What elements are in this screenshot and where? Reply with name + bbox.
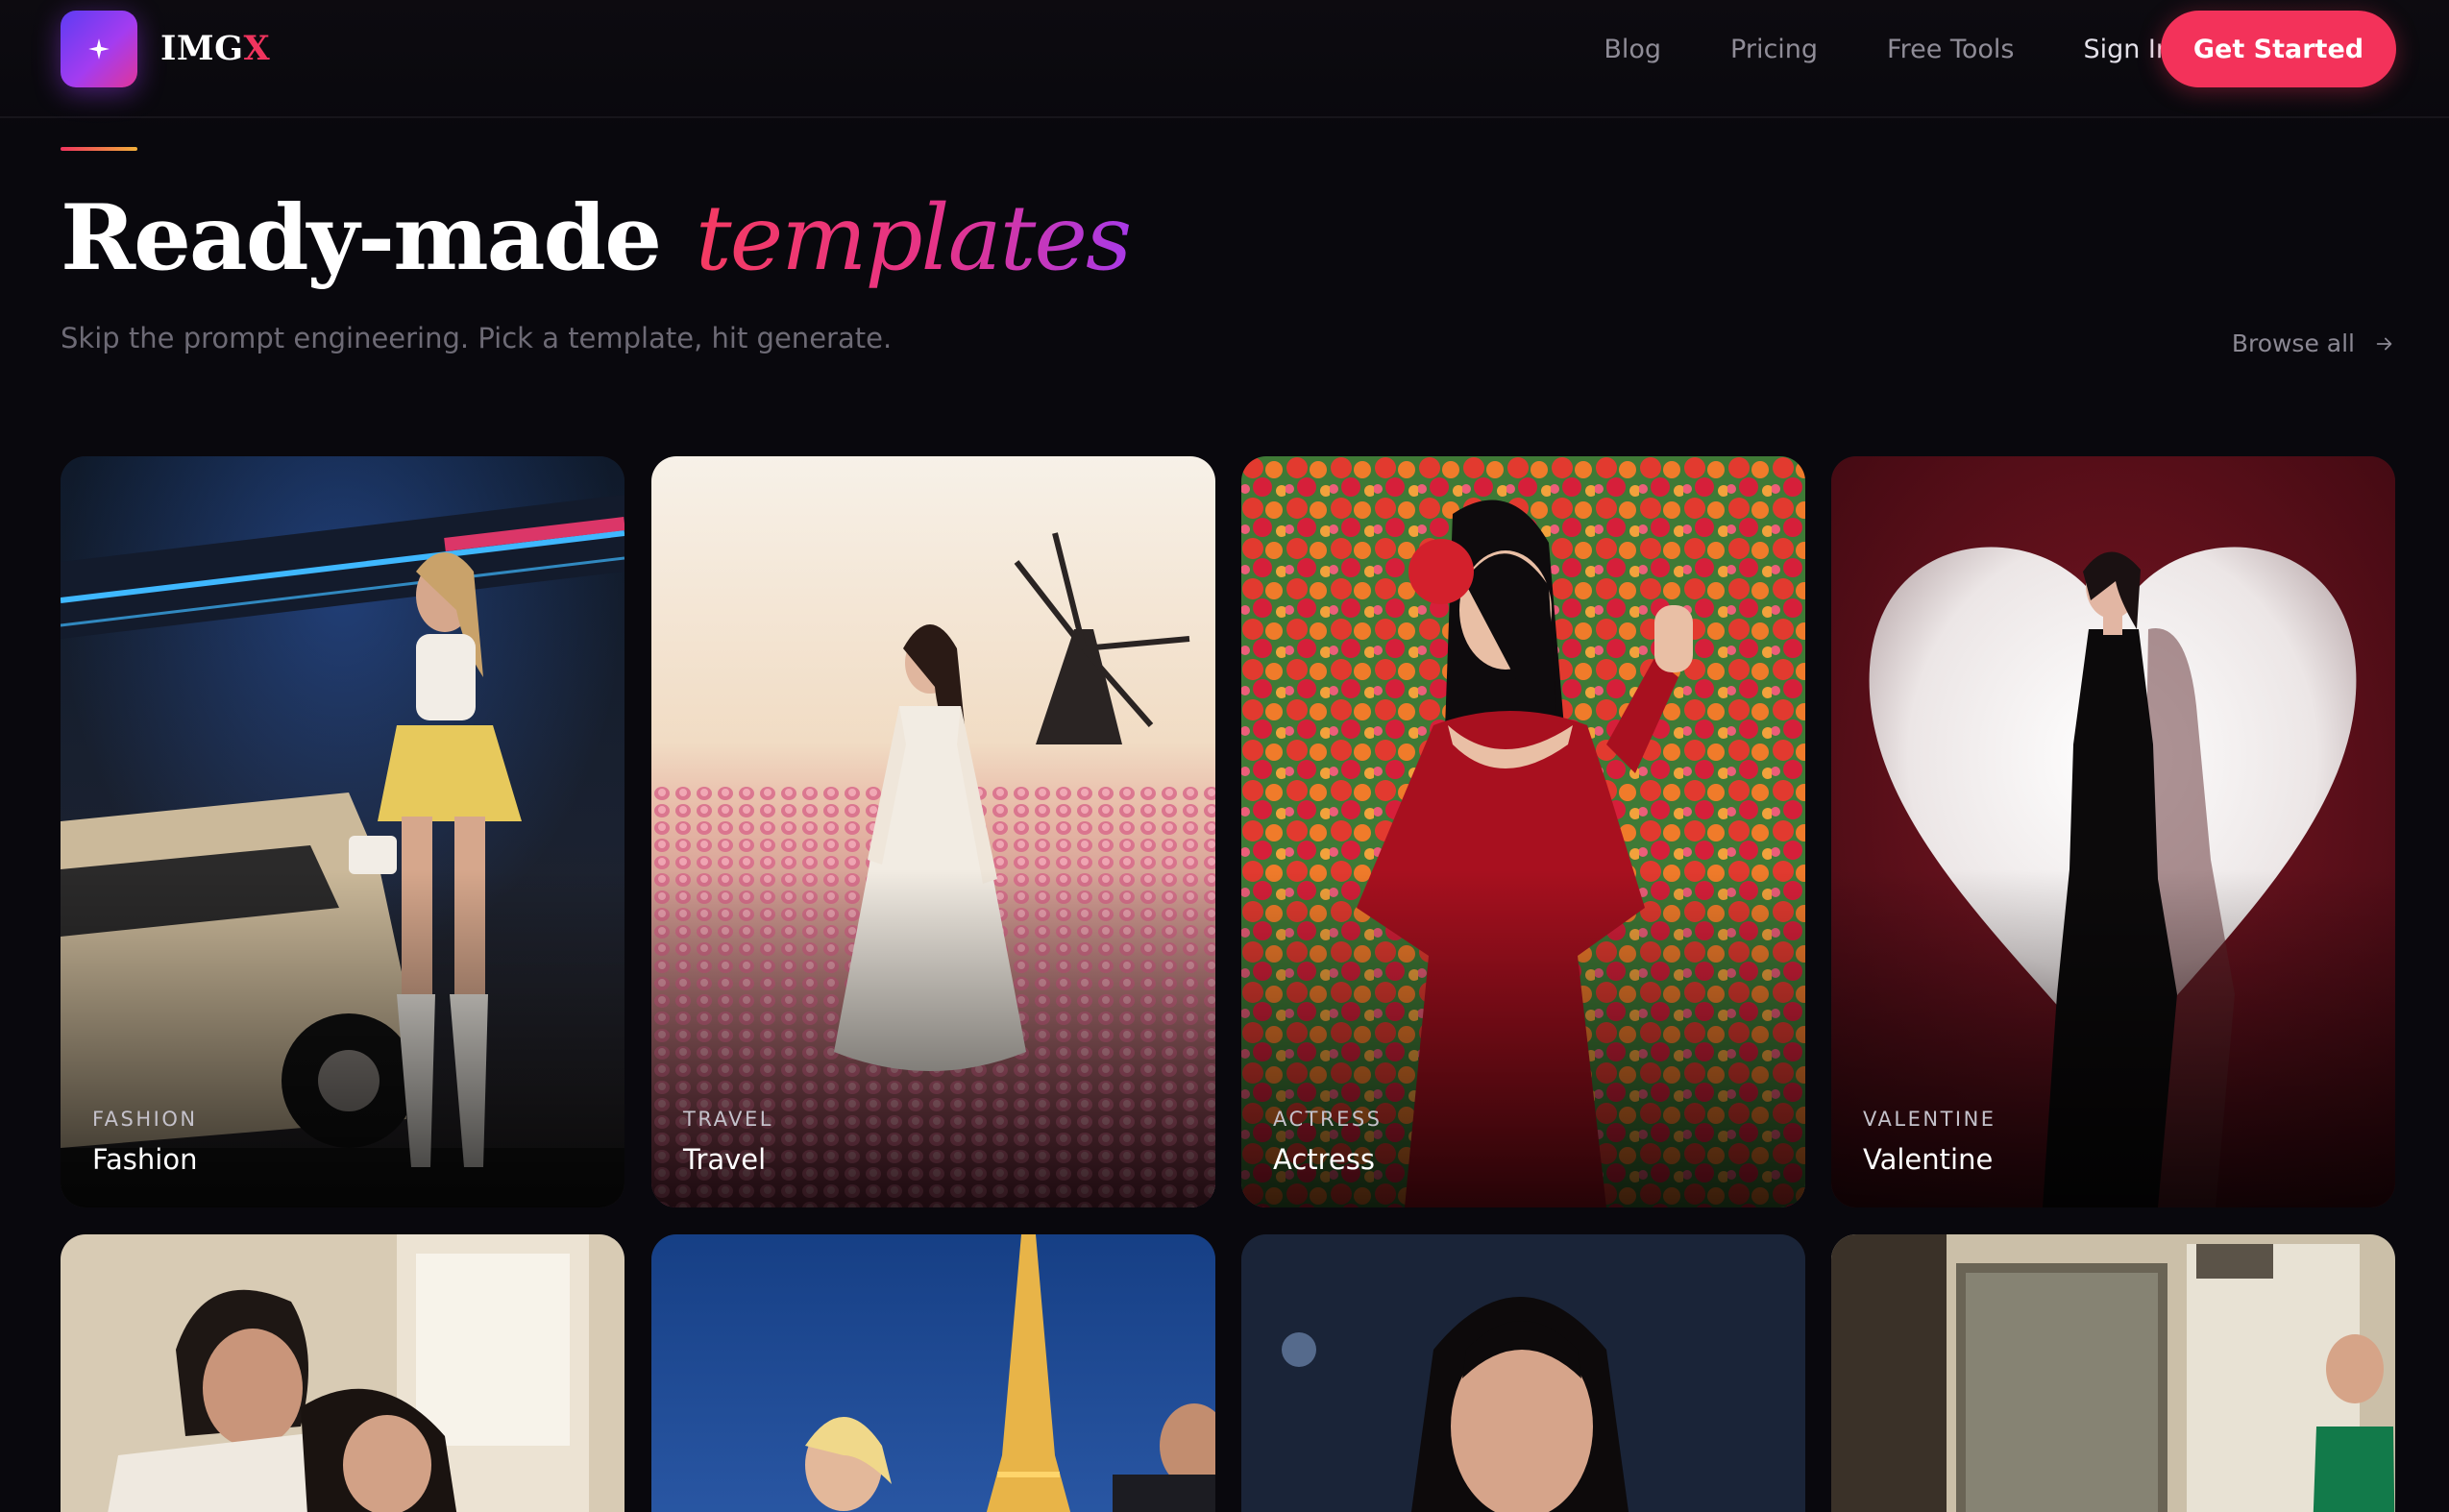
- nav-link-blog[interactable]: Blog: [1604, 27, 1661, 73]
- template-card-valentine[interactable]: VALENTINE Valentine: [1831, 456, 2395, 1207]
- paris-template-image: [651, 1234, 1215, 1512]
- brand-suffix: X: [243, 29, 271, 68]
- logo-icon[interactable]: [61, 11, 137, 87]
- sparkle-icon: [88, 38, 110, 60]
- nav-link-pricing[interactable]: Pricing: [1730, 27, 1818, 73]
- template-card[interactable]: [61, 1234, 624, 1512]
- template-card-travel[interactable]: TRAVEL Travel: [651, 456, 1215, 1207]
- template-name: Fashion: [92, 1143, 198, 1176]
- browse-all-link[interactable]: Browse all: [2232, 325, 2395, 363]
- template-card-actress[interactable]: ACTRESS Actress: [1241, 456, 1805, 1207]
- template-card[interactable]: [651, 1234, 1215, 1512]
- template-card[interactable]: [1831, 1234, 2395, 1512]
- template-category: VALENTINE: [1863, 1108, 1996, 1131]
- couple-template-image: [61, 1234, 624, 1512]
- title-accent: templates: [695, 186, 1132, 291]
- portrait-template-image: [1241, 1234, 1805, 1512]
- template-category: FASHION: [92, 1108, 198, 1131]
- nav-links: Blog Pricing Free Tools Sign In: [1534, 27, 2172, 73]
- arrow-right-icon: [2376, 337, 2392, 351]
- template-card-fashion[interactable]: FASHION Fashion: [61, 456, 624, 1207]
- template-category: ACTRESS: [1273, 1108, 1383, 1131]
- sign-in-link[interactable]: Sign In: [2083, 27, 2172, 73]
- get-started-button[interactable]: Get Started: [2161, 11, 2396, 87]
- top-navigation: IMGX Blog Pricing Free Tools Sign In Get…: [0, 0, 2449, 118]
- page-subtitle: Skip the prompt engineering. Pick a temp…: [61, 322, 893, 354]
- brand-prefix: IMG: [160, 29, 244, 68]
- page-title: Ready-made templates: [61, 179, 1132, 299]
- nav-link-free-tools[interactable]: Free Tools: [1887, 27, 2014, 73]
- boutique-template-image: [1831, 1234, 2395, 1512]
- page: IMGX Blog Pricing Free Tools Sign In Get…: [0, 0, 2449, 1512]
- browse-all-label: Browse all: [2231, 329, 2355, 357]
- accent-divider: [61, 147, 137, 151]
- template-name: Valentine: [1863, 1143, 1994, 1176]
- brand-name[interactable]: IMGX: [160, 26, 270, 72]
- template-category: TRAVEL: [683, 1108, 773, 1131]
- title-main: Ready-made: [61, 185, 662, 291]
- template-name: Actress: [1273, 1143, 1375, 1176]
- template-card[interactable]: [1241, 1234, 1805, 1512]
- template-name: Travel: [683, 1143, 767, 1176]
